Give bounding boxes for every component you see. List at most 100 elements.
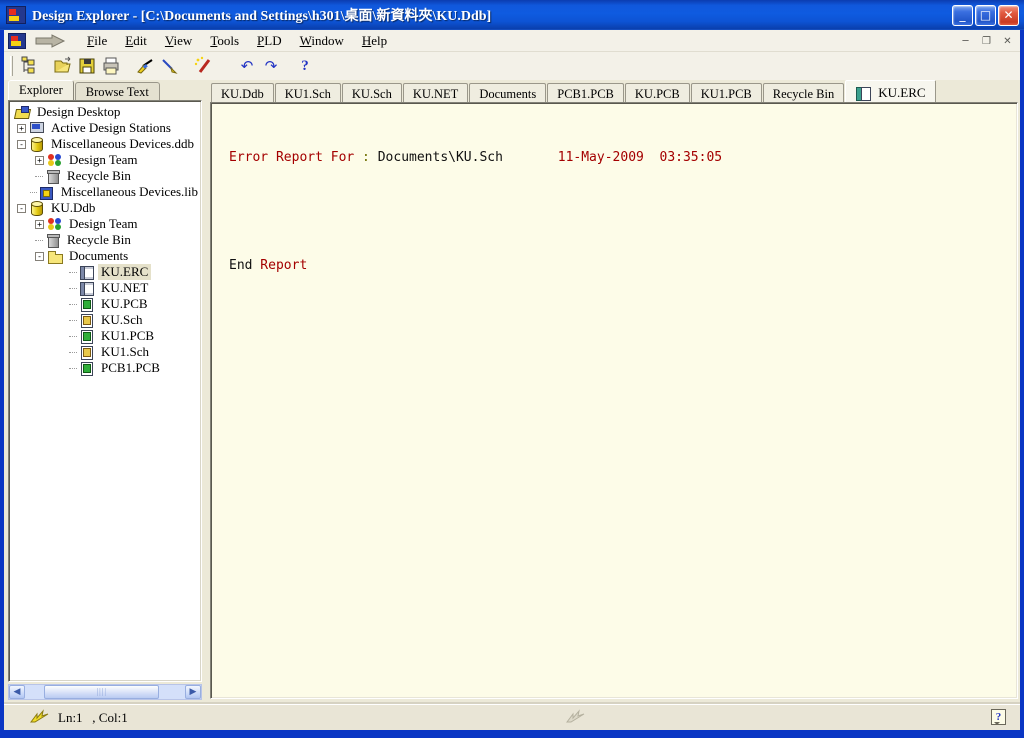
tree-item-miscellaneous-devices-ddb[interactable]: - Miscellaneous Devices.ddb (11, 136, 201, 152)
brush-probe-icon[interactable] (133, 54, 157, 78)
wizard-wand-icon[interactable] (191, 54, 215, 78)
explorer-panel-toggle-icon[interactable] (17, 54, 41, 78)
expand-icon[interactable]: + (35, 220, 44, 229)
tree-item-recycle-bin[interactable]: Recycle Bin (11, 168, 201, 184)
chrome-area: FileEditViewToolsPLDWindowHelp ─ ❐ ✕ (4, 30, 1020, 80)
menu-edit[interactable]: Edit (116, 31, 156, 51)
status-bar: Ln:1 , Col:1 ? (4, 704, 1020, 730)
tree-item-recycle-bin[interactable]: Recycle Bin (11, 232, 201, 248)
mdi-restore-button[interactable]: ❐ (978, 34, 995, 49)
doc-tab-label: Documents (479, 87, 536, 102)
tree-item-design-team[interactable]: +Design Team (11, 216, 201, 232)
tree-item-label: KU.Ddb (48, 200, 98, 216)
database-icon (29, 201, 45, 215)
menu-file[interactable]: File (78, 31, 116, 51)
work-area: Explorer Browse Text Design Desktop+Acti… (4, 80, 1020, 704)
error-report-content[interactable]: Error Report For : Documents\KU.Sch 11-M… (210, 102, 1018, 699)
menu-view[interactable]: View (156, 31, 201, 51)
maximize-button[interactable]: □ (975, 5, 996, 26)
close-button[interactable]: ✕ (998, 5, 1019, 26)
tree-item-documents[interactable]: - Documents (11, 248, 201, 264)
menu-window[interactable]: Window (291, 31, 353, 51)
menu-pld[interactable]: PLD (248, 31, 291, 51)
save-icon[interactable] (75, 54, 99, 78)
tab-explorer[interactable]: Explorer (8, 80, 74, 100)
print-icon[interactable] (99, 54, 123, 78)
document-menu-arrow-icon[interactable] (34, 33, 68, 49)
tree-item-label: Design Desktop (34, 104, 123, 120)
tree-item-label: Documents (66, 248, 131, 264)
database-icon (29, 137, 45, 151)
menu-help[interactable]: Help (353, 31, 396, 51)
recycle-icon (45, 233, 61, 247)
pcbdoc-icon (79, 329, 95, 343)
tree-item-ku1-pcb[interactable]: KU1.PCB (11, 328, 201, 344)
wire-tool-icon[interactable] (157, 54, 181, 78)
doc-tab-label: Recycle Bin (773, 87, 834, 102)
tree-item-label: KU1.Sch (98, 344, 152, 360)
mdi-controls: ─ ❐ ✕ (957, 34, 1016, 49)
doc-tab-ku-sch[interactable]: KU.Sch (342, 83, 402, 102)
tree-item-label: Recycle Bin (64, 168, 134, 184)
tree-horizontal-scrollbar[interactable]: ◀ ▶ (8, 684, 202, 700)
doc-tab-documents[interactable]: Documents (469, 83, 546, 102)
tree-item-active-design-stations[interactable]: +Active Design Stations (11, 120, 201, 136)
scroll-left-icon[interactable]: ◀ (9, 685, 25, 699)
undo-icon[interactable]: ↶ (235, 54, 259, 78)
doc-tab-label: PCB1.PCB (557, 87, 614, 102)
tree-item-ku-erc[interactable]: KU.ERC (11, 264, 201, 280)
tree-item-label: KU.ERC (98, 264, 151, 280)
tree-item-label: Miscellaneous Devices.lib (58, 184, 201, 200)
tree-item-ku-sch[interactable]: KU.Sch (11, 312, 201, 328)
tree-item-label: Miscellaneous Devices.ddb (48, 136, 197, 152)
explorer-panel-tabs: Explorer Browse Text (8, 80, 206, 100)
menu-tools[interactable]: Tools (201, 31, 248, 51)
explorer-panel: Explorer Browse Text Design Desktop+Acti… (6, 80, 206, 704)
document-tabs: KU.DdbKU1.Sch KU.Sch KU.NET Documents PCB1.P… (210, 80, 1018, 102)
doc-tab-ku-net[interactable]: KU.NET (403, 83, 468, 102)
scroll-right-icon[interactable]: ▶ (185, 685, 201, 699)
mdi-minimize-button[interactable]: ─ (957, 34, 974, 49)
report-header-line: Error Report For : Documents\KU.Sch 11-M… (229, 149, 1017, 167)
collapse-icon[interactable]: - (17, 140, 26, 149)
scrollbar-track[interactable] (25, 685, 185, 699)
expand-icon[interactable]: + (35, 156, 44, 165)
collapse-icon[interactable]: - (17, 204, 26, 213)
expand-icon[interactable]: + (17, 124, 26, 133)
doc-tab-ku-pcb[interactable]: KU.PCB (625, 83, 690, 102)
tree-item-miscellaneous-devices-lib[interactable]: Miscellaneous Devices.lib (11, 184, 201, 200)
doc-tab-recycle-bin[interactable]: Recycle Bin (763, 83, 844, 102)
minimize-button[interactable]: _ (952, 5, 973, 26)
doc-tab-ku1-pcb[interactable]: KU1.PCB (691, 83, 762, 102)
schdoc-icon (79, 313, 95, 327)
help-icon[interactable]: ? (293, 54, 317, 78)
doc-tab-ku1-sch[interactable]: KU1.Sch (275, 83, 341, 102)
doc-tab-ku-ddb[interactable]: KU.Ddb (211, 83, 274, 102)
erc-document-icon (855, 86, 871, 100)
open-document-icon[interactable] (51, 54, 75, 78)
tree-item-label: Design Team (66, 152, 141, 168)
tree-item-ku-ddb[interactable]: - KU.Ddb (11, 200, 201, 216)
tree-item-ku-net[interactable]: KU.NET (11, 280, 201, 296)
scrollbar-thumb[interactable] (44, 685, 159, 699)
tree-item-design-team[interactable]: + Design Team (11, 152, 201, 168)
desktop-icon (15, 105, 31, 119)
doc-tab-pcb1-pcb[interactable]: PCB1.PCB (547, 83, 624, 102)
collapse-icon[interactable]: - (35, 252, 44, 261)
app-mini-logo-icon[interactable] (8, 33, 26, 49)
status-help-icon[interactable]: ? (991, 709, 1006, 725)
title-bar: Design Explorer - [C:\Documents and Sett… (0, 0, 1024, 30)
tree-item-design-desktop[interactable]: Design Desktop (11, 104, 201, 120)
tree-connector (69, 336, 77, 337)
tree-connector (35, 240, 43, 241)
tree-item-ku1-sch[interactable]: KU1.Sch (11, 344, 201, 360)
doc-tab-label: KU.Sch (352, 87, 392, 102)
redo-icon[interactable]: ↷ (259, 54, 283, 78)
folder-icon (47, 249, 63, 263)
doc-tab-ku-erc[interactable]: KU.ERC (845, 80, 935, 102)
toolbar-grip[interactable] (10, 56, 13, 76)
tree-item-pcb1-pcb[interactable]: PCB1.PCB (11, 360, 201, 376)
tab-browse-text[interactable]: Browse Text (75, 82, 160, 100)
mdi-close-button[interactable]: ✕ (999, 34, 1016, 49)
tree-item-ku-pcb[interactable]: KU.PCB (11, 296, 201, 312)
